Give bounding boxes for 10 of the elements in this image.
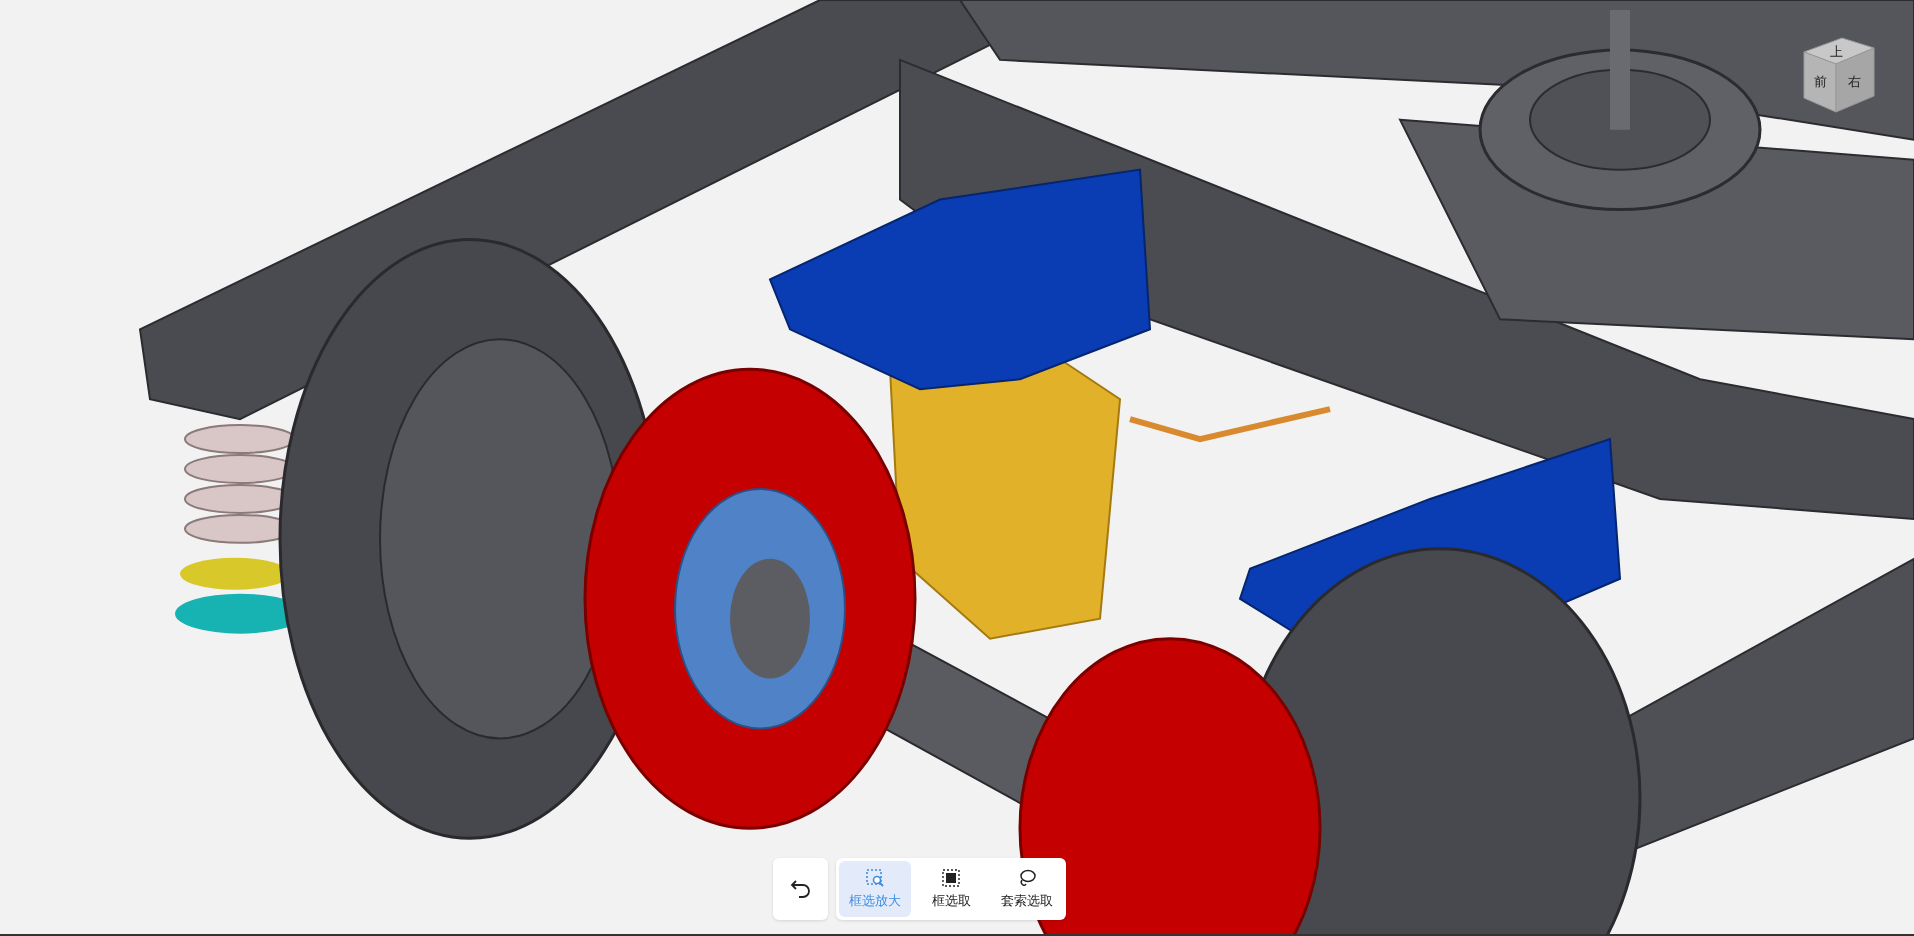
- box-select-icon: [942, 868, 960, 887]
- view-cube-drawing[interactable]: [1803, 37, 1875, 113]
- zoom-area-icon: [866, 868, 884, 887]
- undo-icon: [789, 879, 812, 899]
- view-cube-face-label[interactable]: 上: [1829, 44, 1843, 59]
- lasso-icon: [1018, 868, 1036, 887]
- view-cube-face-label[interactable]: 前: [1813, 74, 1827, 89]
- 3d-viewport[interactable]: 上 前 右 框选放大 框选取 套索选取: [0, 0, 1914, 936]
- undo-button[interactable]: [773, 858, 828, 920]
- view-cube-face-label[interactable]: 右: [1847, 74, 1861, 89]
